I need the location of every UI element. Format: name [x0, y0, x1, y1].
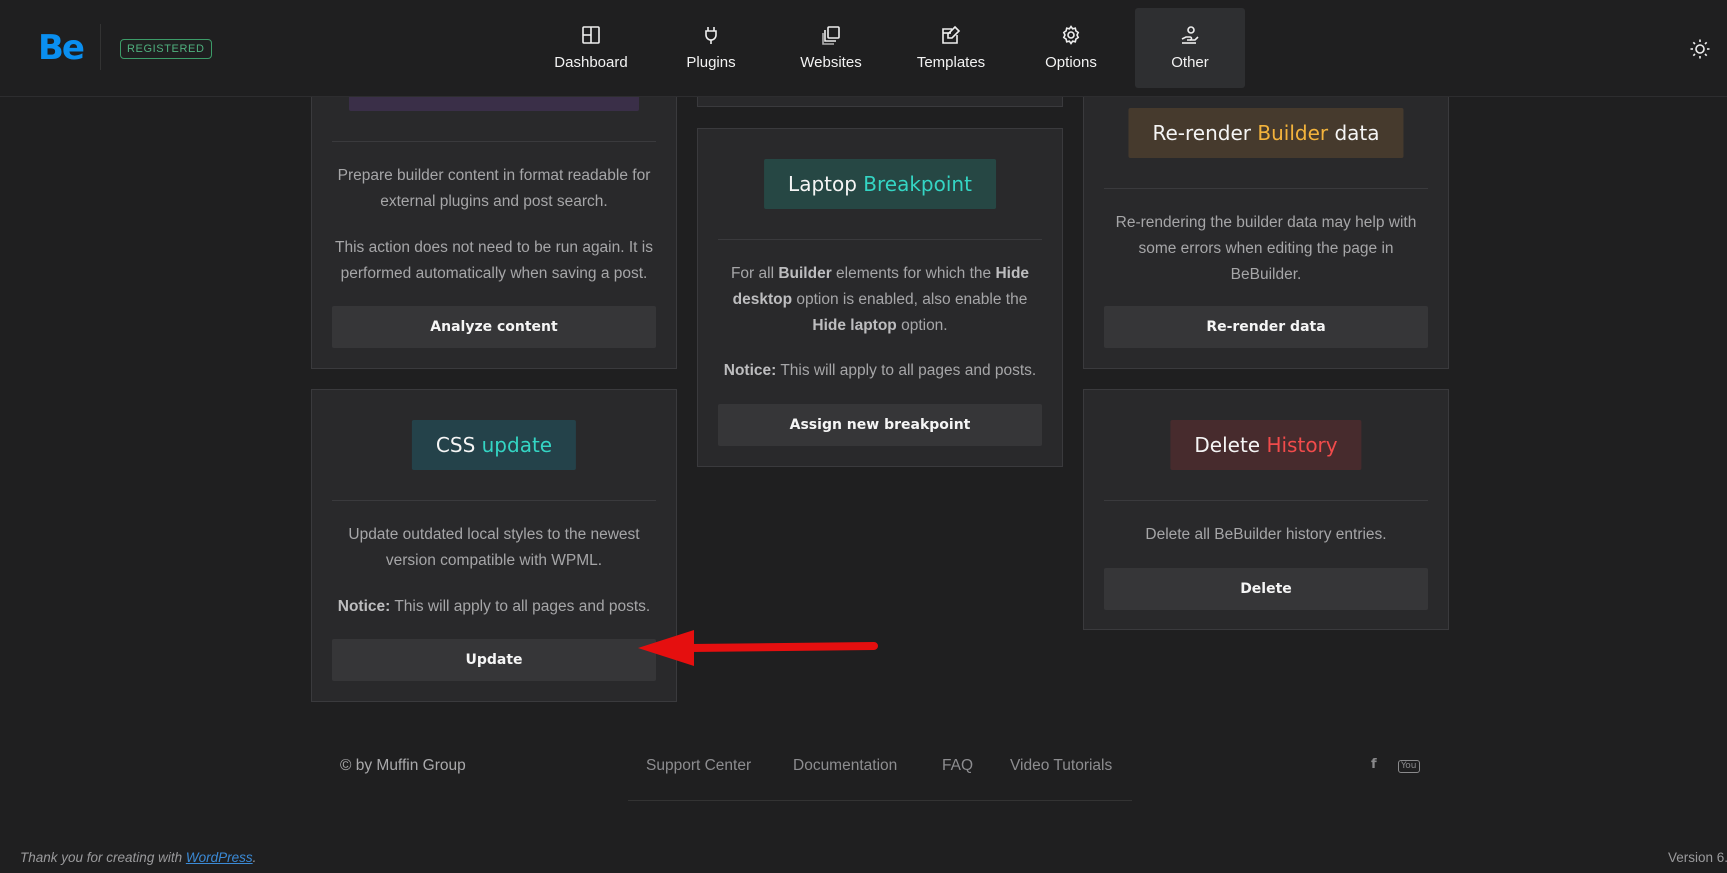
text-part: option is enabled, also enable the [792, 291, 1028, 308]
card-divider [1104, 500, 1428, 501]
card-description: Delete all BeBuilder history entries. [1145, 526, 1387, 543]
facebook-icon[interactable]: f [1371, 757, 1377, 772]
title-text: Laptop [788, 172, 864, 196]
notice-text: This will apply to all pages and posts. [776, 362, 1037, 379]
title-highlight: update [481, 433, 553, 457]
top-bar: Be REGISTERED Dashboard Plugins Websites [0, 0, 1727, 97]
card-divider [718, 239, 1042, 240]
gear-icon [1062, 25, 1080, 45]
sun-icon[interactable] [1689, 38, 1711, 60]
footer-link-faq[interactable]: FAQ [942, 757, 973, 775]
wp-version: Version 6.8 [1668, 850, 1727, 865]
nav-item-websites[interactable]: Websites [776, 8, 886, 88]
card-description: Update outdated local styles to the newe… [348, 526, 640, 569]
card-delete-history: Delete History Delete all BeBuilder hist… [1083, 389, 1449, 630]
notice-label: Notice: [337, 598, 391, 615]
title-highlight: History [1266, 433, 1338, 457]
footer-link-video-tutorials[interactable]: Video Tutorials [1010, 757, 1112, 775]
card-title-rerender: Re-render Builder data [1128, 108, 1404, 158]
wordpress-link[interactable]: WordPress [186, 850, 253, 865]
update-button[interactable]: Update [332, 639, 656, 681]
bebuilder-logo[interactable]: Be [38, 28, 85, 68]
youtube-icon[interactable]: You [1398, 760, 1420, 773]
card-css-update: CSS update Update outdated local styles … [311, 389, 677, 702]
card-laptop-breakpoint: Laptop Breakpoint For all Builder elemen… [697, 128, 1063, 467]
card-analyze-content: Prepare builder content in format readab… [311, 60, 677, 369]
footer-copyright: © by Muffin Group [340, 757, 466, 774]
hand-user-icon [1181, 26, 1199, 44]
nav-label-dashboard: Dashboard [554, 54, 628, 71]
card-title-delete-history: Delete History [1170, 420, 1362, 470]
delete-history-button[interactable]: Delete [1104, 568, 1428, 610]
red-arrow-annotation [638, 630, 878, 666]
nav-label-templates: Templates [916, 54, 986, 71]
nav-label-options: Options [1045, 54, 1097, 71]
nav-item-plugins[interactable]: Plugins [656, 8, 766, 88]
websites-icon [822, 26, 840, 45]
dashboard-icon [582, 26, 600, 44]
analyze-content-button[interactable]: Analyze content [332, 306, 656, 348]
card-description: Prepare builder content in format readab… [337, 167, 651, 210]
card-title-laptop-breakpoint: Laptop Breakpoint [764, 159, 996, 209]
footer-links: Support Center Documentation FAQ Video T… [628, 757, 1132, 801]
nav-item-templates[interactable]: Templates [896, 8, 1006, 88]
footer-link-support-center[interactable]: Support Center [646, 757, 751, 775]
card-divider [1104, 188, 1428, 189]
logo-divider [100, 24, 101, 70]
notice-text: This will apply to all pages and posts. [390, 598, 651, 615]
rerender-data-button[interactable]: Re-render data [1104, 306, 1428, 348]
registered-badge: REGISTERED [120, 39, 212, 59]
notice-label: Notice: [723, 362, 777, 379]
thanks-text: Thank you for creating with [20, 850, 186, 865]
nav-label-plugins: Plugins [686, 54, 736, 71]
title-highlight: Builder [1257, 121, 1329, 145]
text-part: elements for which the [831, 265, 996, 282]
assign-new-breakpoint-button[interactable]: Assign new breakpoint [718, 404, 1042, 446]
nav-item-options[interactable]: Options [1016, 8, 1126, 88]
templates-icon [942, 25, 961, 44]
text-part: For all [730, 265, 779, 282]
card-notice: Notice: This will apply to all pages and… [330, 594, 658, 620]
title-text: Delete [1194, 433, 1267, 457]
nav-label-websites: Websites [800, 54, 862, 71]
text-bold: Hide laptop [812, 317, 897, 334]
text-bold: Builder [778, 265, 832, 282]
title-text: CSS [435, 433, 482, 457]
title-highlight: Breakpoint [863, 172, 972, 196]
card-rerender-builder-data: Re-render Builder data Re-rendering the … [1083, 60, 1449, 369]
title-text: Re-render [1152, 121, 1258, 145]
card-description: Re-rendering the builder data may help w… [1115, 214, 1417, 283]
thanks-suffix: . [252, 850, 257, 865]
plug-icon [705, 27, 717, 44]
card-notice: Notice: This will apply to all pages and… [716, 358, 1044, 384]
card-title-css-update: CSS update [411, 420, 577, 470]
title-text-end: data [1328, 121, 1380, 145]
card-divider [332, 141, 656, 142]
card-description-note: This action does not need to be run agai… [335, 239, 653, 282]
nav-item-dashboard[interactable]: Dashboard [536, 8, 646, 88]
card-description: For all Builder elements for which the H… [724, 261, 1036, 339]
footer-link-documentation[interactable]: Documentation [793, 757, 897, 775]
card-divider [332, 500, 656, 501]
nav-label-other: Other [1171, 54, 1209, 71]
wp-footer-thanks: Thank you for creating with WordPress. [20, 850, 256, 865]
nav-item-other[interactable]: Other [1135, 8, 1245, 88]
text-part: option. [896, 317, 948, 334]
